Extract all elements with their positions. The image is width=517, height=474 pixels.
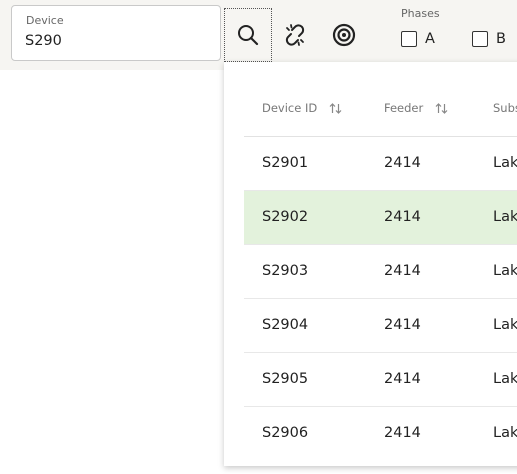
table-row[interactable]: S2904 2414 Lak xyxy=(244,299,517,353)
phase-b-label: B xyxy=(496,31,506,47)
cell-feeder: 2414 xyxy=(384,209,421,225)
cell-device-id: S2901 xyxy=(262,155,309,171)
cell-feeder: 2414 xyxy=(384,371,421,387)
sort-icon[interactable] xyxy=(329,102,342,115)
cell-device-id: S2903 xyxy=(262,263,309,279)
cell-substation: Lak xyxy=(493,425,517,441)
cell-substation: Lak xyxy=(493,317,517,333)
phase-b-option[interactable]: B xyxy=(472,31,506,47)
table-row-selected[interactable]: S2902 2414 Lak xyxy=(244,191,517,245)
cell-substation: Lak xyxy=(493,155,517,171)
cell-substation: Lak xyxy=(493,263,517,279)
phase-a-option[interactable]: A xyxy=(401,31,435,47)
phase-a-label: A xyxy=(425,31,435,47)
phases-label: Phases xyxy=(401,7,440,20)
phase-a-checkbox[interactable] xyxy=(401,31,417,47)
unlink-icon xyxy=(285,24,305,46)
cell-feeder: 2414 xyxy=(384,263,421,279)
device-field-label: Device xyxy=(26,14,64,27)
cell-feeder: 2414 xyxy=(384,425,421,441)
table-row[interactable]: S2906 2414 Lak xyxy=(244,407,517,460)
cell-device-id: S2905 xyxy=(262,371,309,387)
column-header-label: Device ID xyxy=(262,101,318,115)
device-search-input[interactable] xyxy=(25,33,205,49)
column-header-label: Feeder xyxy=(384,101,424,115)
phase-b-checkbox[interactable] xyxy=(472,31,488,47)
search-button[interactable] xyxy=(224,8,272,62)
cell-substation: Lak xyxy=(493,209,517,225)
column-header-label: Subs xyxy=(493,101,517,115)
column-header-feeder[interactable]: Feeder xyxy=(384,101,448,115)
column-header-substation[interactable]: Subs xyxy=(493,101,517,115)
table-header: Device ID Feeder Subs xyxy=(244,84,517,137)
locate-button[interactable] xyxy=(320,8,368,62)
table-row[interactable]: S2905 2414 Lak xyxy=(244,353,517,407)
cell-substation: Lak xyxy=(493,371,517,387)
cell-device-id: S2904 xyxy=(262,317,309,333)
target-icon xyxy=(332,23,356,47)
cell-feeder: 2414 xyxy=(384,317,421,333)
sort-icon[interactable] xyxy=(435,102,448,115)
device-search-field[interactable]: Device xyxy=(11,5,221,61)
table-row[interactable]: S2903 2414 Lak xyxy=(244,245,517,299)
unlink-button[interactable] xyxy=(271,8,319,62)
toolbar: Device Phases A B xyxy=(0,0,517,70)
results-table: Device ID Feeder Subs S2901 2414 Lak xyxy=(244,84,517,460)
table-row[interactable]: S2901 2414 Lak xyxy=(244,137,517,191)
cell-device-id: S2906 xyxy=(262,425,309,441)
cell-device-id: S2902 xyxy=(262,209,309,225)
column-header-device-id[interactable]: Device ID xyxy=(262,101,342,115)
cell-feeder: 2414 xyxy=(384,155,421,171)
device-results-dropdown: Device ID Feeder Subs S2901 2414 Lak xyxy=(224,62,517,466)
search-icon xyxy=(238,25,259,46)
